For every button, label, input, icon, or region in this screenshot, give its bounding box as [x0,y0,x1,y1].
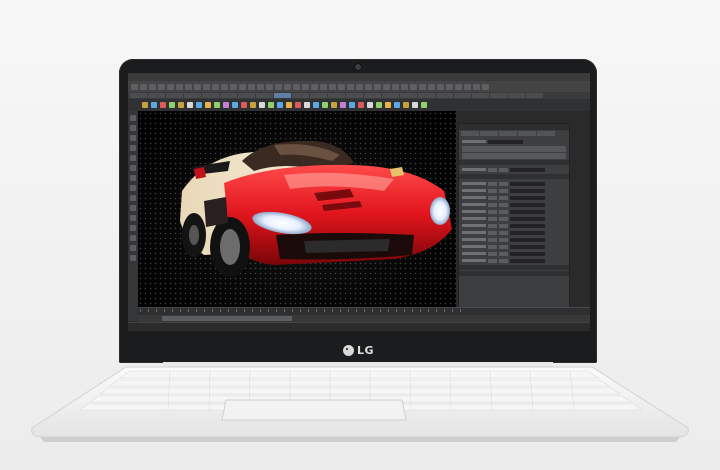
laptop-base [31,366,689,442]
touchpad [221,399,407,421]
product-photo: LG [0,0,720,470]
